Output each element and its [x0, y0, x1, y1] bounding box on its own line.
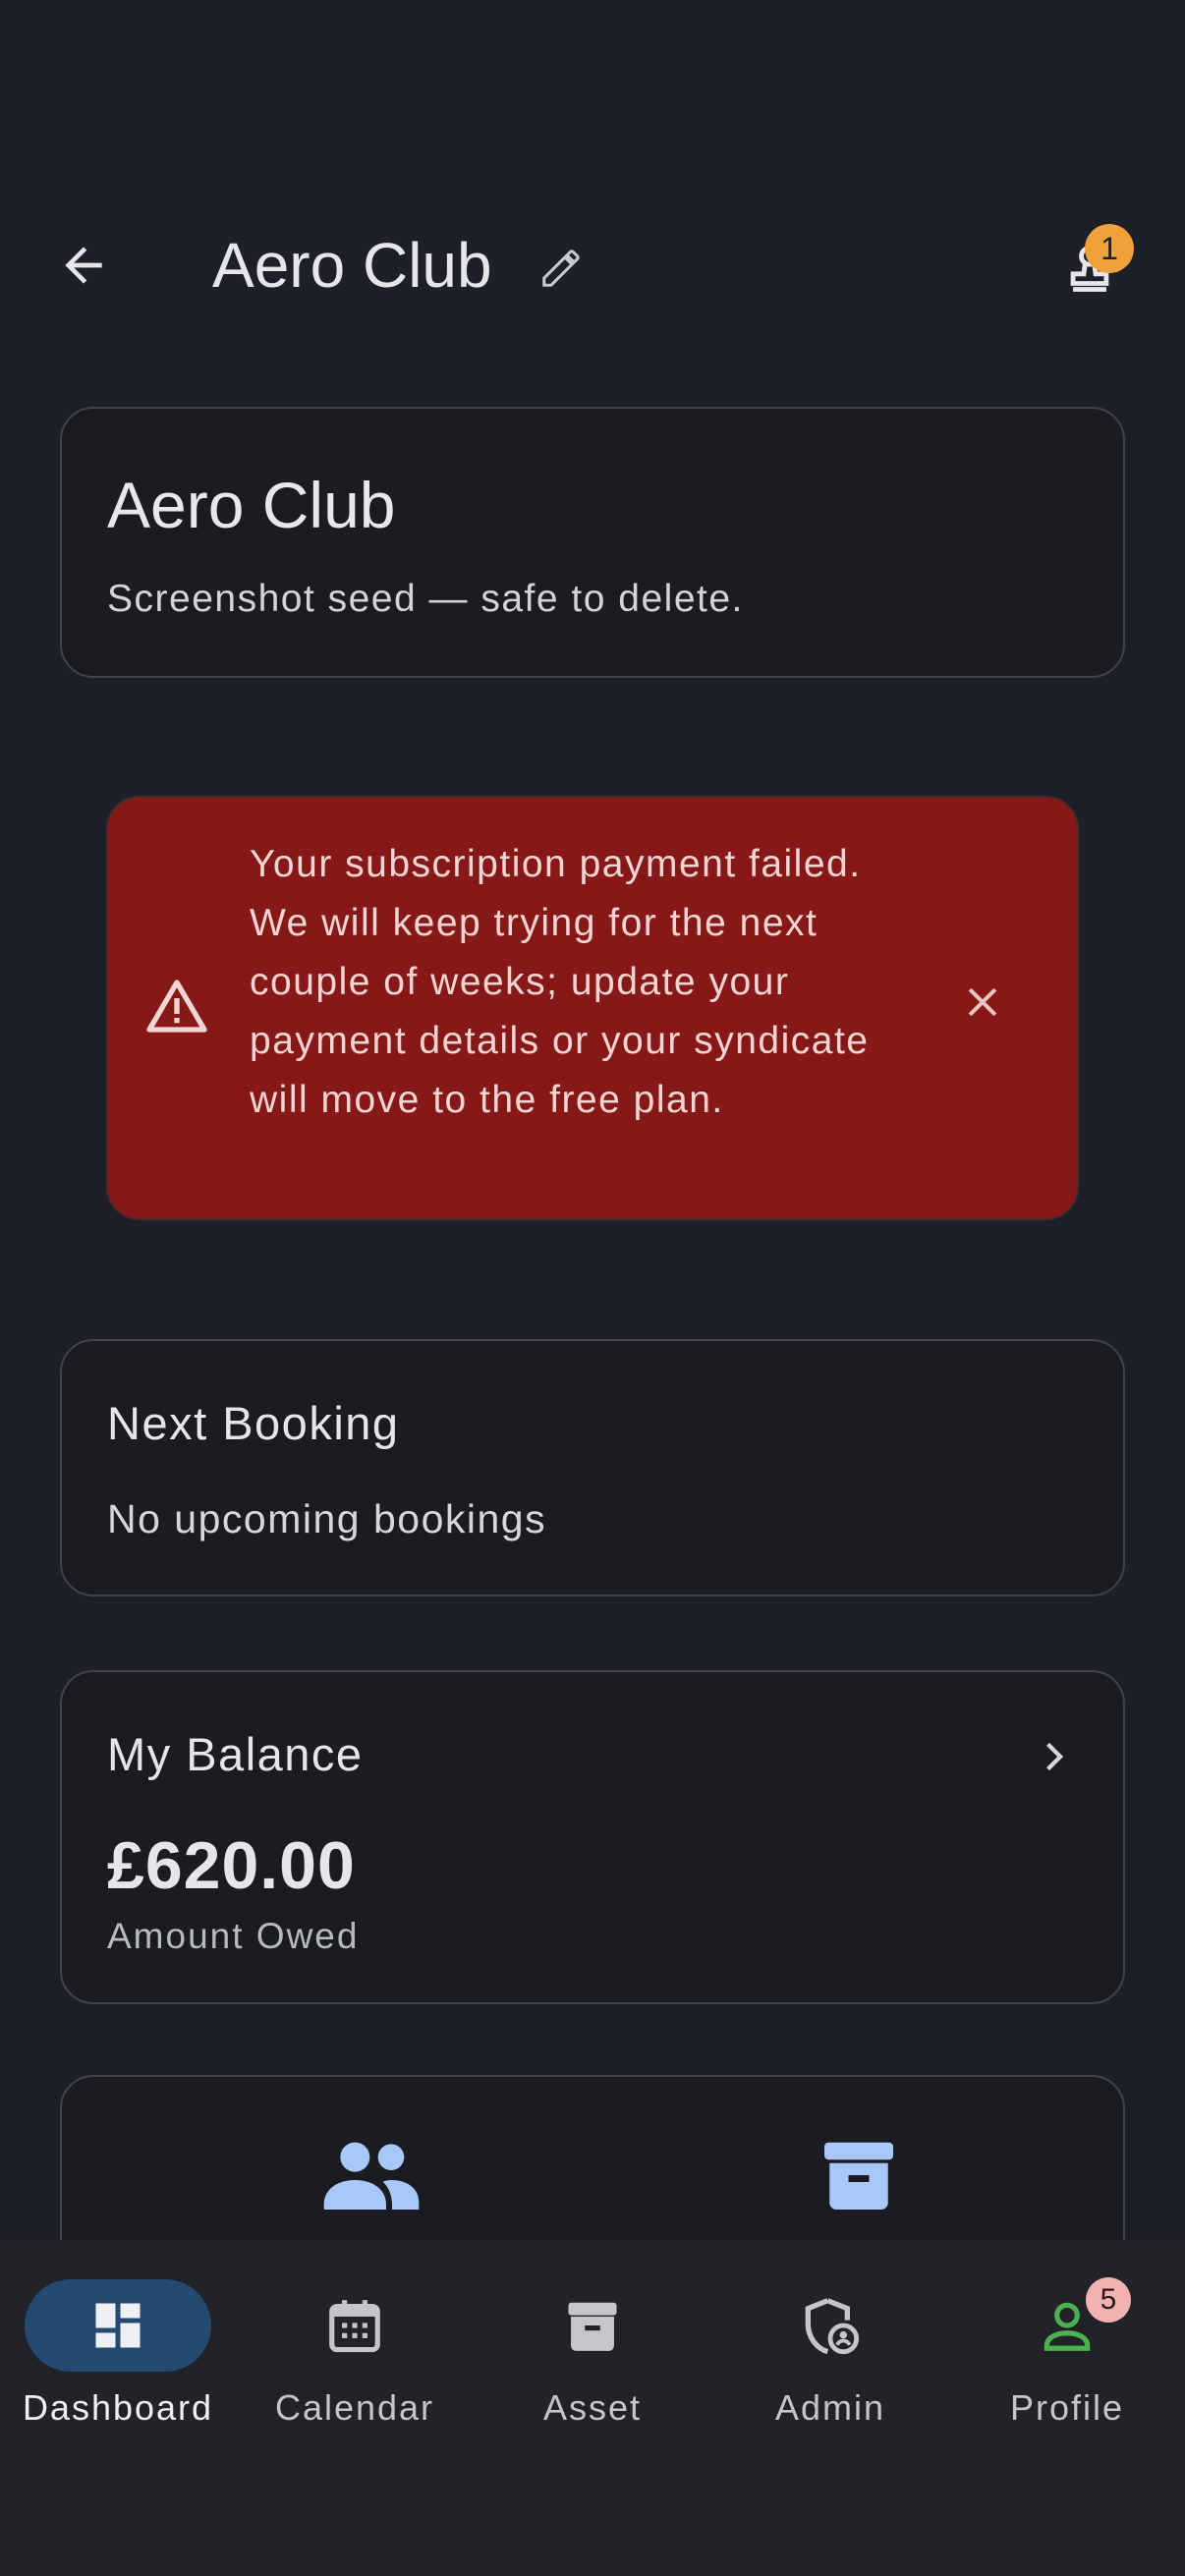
dismiss-alert-button[interactable] [943, 963, 1022, 1041]
next-booking-card: Next Booking No upcoming bookings [60, 1339, 1125, 1596]
balance-label: Amount Owed [107, 1916, 360, 1956]
pencil-icon [542, 250, 580, 287]
nav-dashboard[interactable]: Dashboard [5, 2279, 231, 2446]
nav-calendar-label: Calendar [274, 2387, 435, 2428]
calendar-icon [329, 2300, 380, 2353]
nav-asset-label: Asset [542, 2387, 643, 2428]
back-button[interactable] [39, 226, 128, 305]
club-description: Screenshot seed — safe to delete. [107, 578, 744, 620]
members-action[interactable] [308, 2126, 435, 2224]
nav-calendar-icon-wrap [261, 2279, 448, 2372]
nav-dashboard-indicator [25, 2279, 211, 2372]
dashboard-icon [95, 2303, 141, 2348]
balance-card[interactable]: My Balance £620.00 Amount Owed [60, 1670, 1125, 2004]
people-icon [323, 2142, 420, 2210]
alert-message: Your subscription payment failed. We wil… [250, 843, 870, 1121]
screen: Aero Club 1 Aero Club Screenshot seed — … [0, 0, 1185, 2576]
next-booking-heading: Next Booking [107, 1397, 400, 1449]
asset-action[interactable] [800, 2126, 918, 2224]
club-info-card: Aero Club Screenshot seed — safe to dele… [60, 407, 1125, 678]
archive-box-icon [824, 2142, 893, 2210]
warning-icon [146, 980, 207, 1033]
nav-admin-label: Admin [774, 2387, 886, 2428]
app-bar: Aero Club 1 [0, 206, 1185, 324]
balance-amount: £620.00 [107, 1828, 356, 1903]
payment-failed-alert: Your subscription payment failed. We wil… [106, 796, 1079, 1220]
bottom-navigation: Dashboard Calendar Asset Admin 5 Profile [0, 2240, 1185, 2576]
club-name: Aero Club [107, 469, 396, 541]
no-bookings-text: No upcoming bookings [107, 1496, 547, 1541]
nav-calendar[interactable]: Calendar [242, 2279, 468, 2446]
nav-asset-icon-wrap [499, 2279, 686, 2372]
balance-heading: My Balance [107, 1728, 364, 1780]
approvals-badge: 1 [1085, 224, 1134, 273]
nav-dashboard-label: Dashboard [22, 2387, 214, 2428]
chevron-right-icon [1025, 1727, 1084, 1786]
nav-admin-icon-wrap [737, 2279, 924, 2372]
nav-asset[interactable]: Asset [480, 2279, 705, 2446]
nav-profile[interactable]: 5 Profile [954, 2277, 1180, 2446]
nav-profile-label: Profile [1009, 2387, 1125, 2428]
archive-box-icon [568, 2302, 617, 2351]
nav-profile-icon-wrap: 5 [974, 2277, 1160, 2372]
close-icon [968, 987, 997, 1017]
edit-button[interactable] [527, 234, 595, 303]
nav-admin[interactable]: Admin [717, 2279, 943, 2446]
page-title: Aero Club [212, 230, 492, 301]
admin-shield-icon [805, 2298, 860, 2355]
approvals-button[interactable]: 1 [1045, 224, 1134, 310]
arrow-back-icon [65, 247, 102, 284]
profile-notification-badge: 5 [1086, 2277, 1131, 2323]
